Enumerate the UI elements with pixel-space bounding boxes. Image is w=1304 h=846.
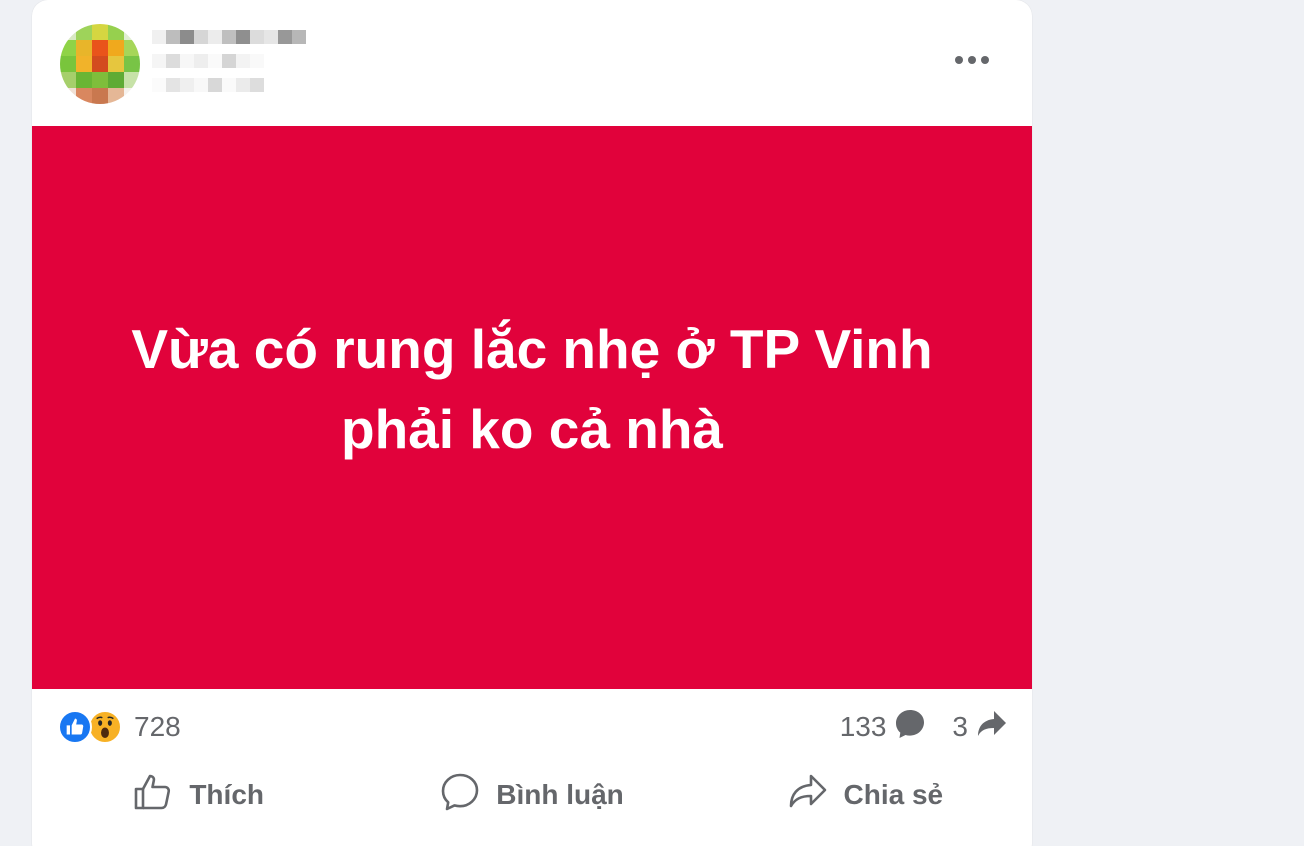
post-stats: 728 133 3	[32, 689, 1032, 765]
page: Vừa có rung lắc nhẹ ở TP Vinh phải ko cả…	[0, 0, 1304, 846]
more-options-button[interactable]	[948, 42, 996, 78]
comment-icon	[440, 772, 496, 819]
like-button-label: Thích	[189, 779, 264, 810]
status-background[interactable]: Vừa có rung lắc nhẹ ở TP Vinh phải ko cả…	[32, 126, 1032, 689]
comment-count: 133	[839, 711, 887, 742]
wow-icon	[88, 710, 122, 744]
author-avatar[interactable]	[60, 24, 140, 104]
share-arrow-icon	[968, 708, 1008, 747]
comment-bubble-icon	[886, 708, 926, 747]
author-name-blurred[interactable]	[152, 30, 322, 102]
share-icon	[788, 772, 844, 819]
share-button[interactable]: Chia sẻ	[699, 765, 1032, 825]
post-header	[32, 0, 1032, 126]
post-actions: Thích Bình luận Chia sẻ	[32, 765, 1032, 825]
thumbs-up-icon	[133, 772, 189, 819]
like-icon	[58, 710, 92, 744]
share-count-link[interactable]: 3	[952, 708, 1008, 747]
reactions-summary[interactable]: 728	[58, 709, 181, 745]
like-button[interactable]: Thích	[32, 765, 365, 825]
reaction-count: 728	[134, 711, 181, 742]
share-button-label: Chia sẻ	[843, 779, 944, 810]
comment-count-link[interactable]: 133	[840, 708, 927, 747]
comment-button[interactable]: Bình luận	[365, 765, 698, 825]
more-dots-icon	[954, 55, 990, 65]
share-count: 3	[952, 711, 968, 742]
status-text: Vừa có rung lắc nhẹ ở TP Vinh phải ko cả…	[131, 317, 933, 460]
engagement-stats: 133 3	[840, 709, 1008, 745]
post-card: Vừa có rung lắc nhẹ ở TP Vinh phải ko cả…	[32, 0, 1032, 846]
comment-button-label: Bình luận	[496, 779, 624, 810]
